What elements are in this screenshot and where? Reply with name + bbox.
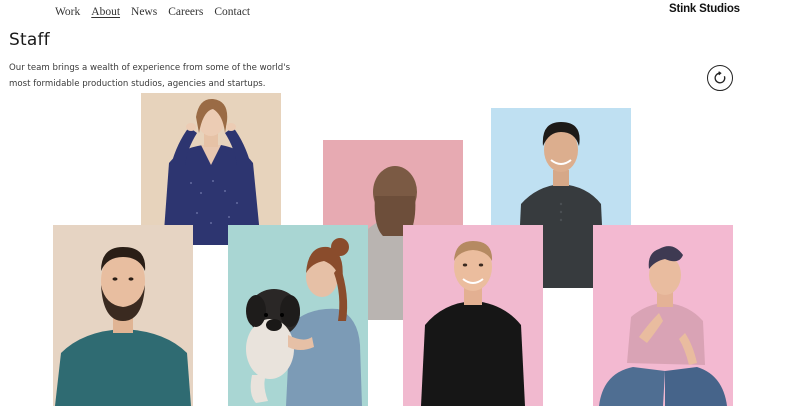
page-title: Staff: [9, 30, 50, 50]
staff-photo-woman-with-dog[interactable]: [228, 225, 368, 406]
staff-photo-man-pink-shirt[interactable]: [593, 225, 733, 406]
staff-photo-bearded-man[interactable]: [53, 225, 193, 406]
refresh-button[interactable]: [707, 65, 733, 91]
brand-logo[interactable]: Stink Studios: [669, 3, 740, 15]
nav-news[interactable]: News: [131, 6, 157, 18]
staff-photo-man-black-sweater[interactable]: [403, 225, 543, 406]
intro-text: Our team brings a wealth of experience f…: [9, 63, 291, 89]
nav-careers[interactable]: Careers: [168, 6, 203, 18]
nav-about[interactable]: About: [91, 6, 120, 18]
main-nav: Work About News Careers Contact: [55, 6, 250, 18]
nav-contact[interactable]: Contact: [214, 6, 250, 18]
refresh-icon: [714, 71, 726, 84]
staff-photo-woman-blue-shirt[interactable]: [141, 93, 281, 245]
nav-work[interactable]: Work: [55, 6, 80, 18]
